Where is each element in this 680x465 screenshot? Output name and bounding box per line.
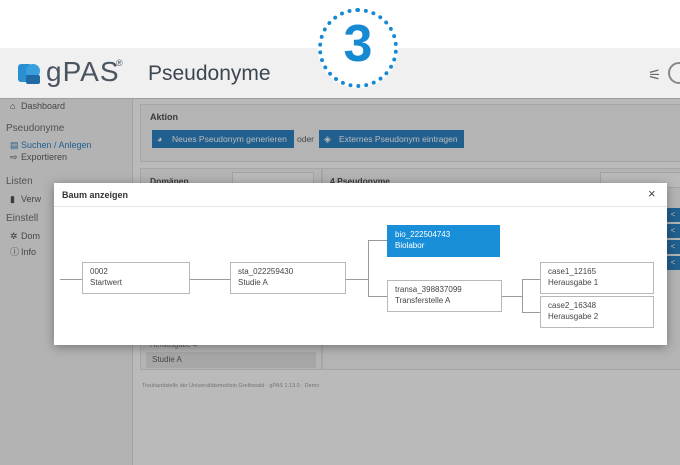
- tree-connector: [522, 279, 540, 280]
- tree-connector: [346, 279, 368, 280]
- tree-connector: [502, 296, 522, 297]
- tree-connector: [522, 279, 523, 312]
- tree-node-case1[interactable]: case1_12165 Herausgabe 1: [540, 262, 654, 294]
- tree-connector: [368, 240, 369, 296]
- tree-connector: [368, 240, 387, 241]
- tree-node-study[interactable]: sta_022259430 Studie A: [230, 262, 346, 294]
- tree-node-case2[interactable]: case2_16348 Herausgabe 2: [540, 296, 654, 328]
- modal-title: Baum anzeigen: [62, 190, 129, 200]
- logo-registered-mark: ®: [116, 58, 123, 68]
- tree-connector: [522, 312, 540, 313]
- tree-node-transa[interactable]: transa_398837099 Transferstelle A: [387, 280, 502, 312]
- tree-connector: [60, 279, 82, 280]
- tree-connector: [190, 279, 230, 280]
- modal-divider: [54, 206, 667, 207]
- app-logo: gPAS: [46, 56, 120, 87]
- sliders-icon[interactable]: ⚟: [648, 66, 661, 84]
- page-title: Pseudonyme: [148, 62, 271, 85]
- tree-node-bio-selected[interactable]: bio_222504743 Biolabor: [387, 225, 500, 257]
- logo-icon: [18, 64, 40, 84]
- close-icon[interactable]: ×: [648, 186, 656, 201]
- tree-connector: [368, 296, 387, 297]
- step-number: 3: [343, 15, 373, 73]
- tree-node-root[interactable]: 0002 Startwert: [82, 262, 190, 294]
